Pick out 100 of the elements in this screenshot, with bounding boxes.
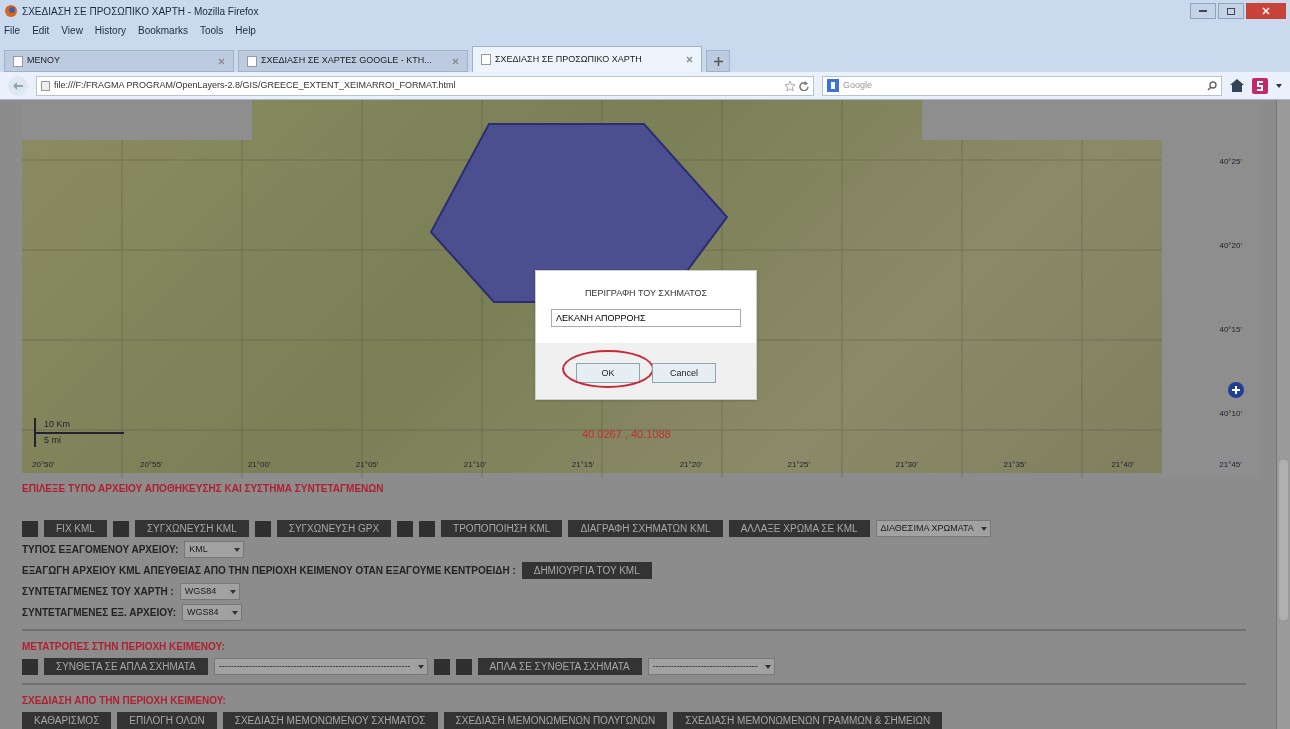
dropdown-caret-icon[interactable] xyxy=(1276,83,1282,88)
browser-tab[interactable]: MENOY xyxy=(4,50,234,72)
action-button[interactable]: ΤΡΟΠΟΠΟΙΗΣΗ KML xyxy=(441,520,563,537)
field-label: ΤΥΠΟΣ ΕΞΑΓΟΜΕΝΟΥ ΑΡΧΕΙΟΥ: xyxy=(22,543,179,557)
longitude-label: 21°15' xyxy=(571,459,595,471)
dropdown-value: ΔΙΑΘΕΣΙΜΑ ΧΡΩΜΑΤΑ xyxy=(880,521,974,535)
action-button[interactable]: ΣΧΕΔΙΑΣΗ ΜΕΜΟΝΩΜΕΝΩΝ ΠΟΛΥΓΩΝΩΝ xyxy=(443,712,668,729)
action-button[interactable]: ΣΧΕΔΙΑΣΗ ΜΕΜΟΝΩΜΕΝΩΝ ΓΡΑΜΜΩΝ & ΣΗΜΕΙΩΝ xyxy=(673,712,943,729)
plus-icon xyxy=(713,56,723,66)
dropdown[interactable]: KML xyxy=(184,541,245,558)
longitude-label: 20°55' xyxy=(139,459,163,471)
star-icon[interactable] xyxy=(785,80,795,91)
close-icon xyxy=(1262,7,1270,15)
longitude-label: 21°05' xyxy=(355,459,379,471)
menu-item[interactable]: File xyxy=(4,22,21,38)
minimize-button[interactable] xyxy=(1190,3,1216,19)
section-heading: ΕΠΙΛΕΞΕ ΤΥΠΟ ΑΡΧΕΙΟΥ ΑΠΟΘΗΚΕΥΣΗΣ ΚΑΙ ΣΥΣΤΗΜΑ ΣΥΝΤΕΤΑΓΜΕΝΩΝ xyxy=(22,482,385,496)
tab-close-icon[interactable] xyxy=(452,57,459,65)
firefox-logo-icon xyxy=(4,4,18,18)
search-icon[interactable] xyxy=(1207,80,1217,91)
dropdown-caret-icon xyxy=(764,664,771,669)
action-button[interactable]: FIX KML xyxy=(44,520,107,537)
minimize-icon xyxy=(1199,10,1207,12)
new-tab-button[interactable] xyxy=(706,50,730,72)
zoom-in-icon[interactable] xyxy=(1228,382,1244,398)
ok-button[interactable]: OK xyxy=(576,363,640,384)
dropdown-value: WGS84 xyxy=(184,584,218,598)
latitude-label: 40°10' xyxy=(1219,408,1242,420)
longitude-label: 21°35' xyxy=(1003,459,1026,471)
latitude-label: 40°15' xyxy=(1219,324,1242,336)
field-label: ΣΥΝΤΕΤΑΓΜΕΝΕΣ ΕΞ. ΑΡΧΕΙΟΥ: xyxy=(22,606,176,620)
section-heading: ΣΧΕΔΙΑΣΗ ΑΠΟ ΤΗΝ ΠΕΡΙΟΧΗ ΚΕΙΜΕΝΟΥ: xyxy=(22,694,227,708)
address-bar[interactable]: file:///F:/FRAGMA PROGRAM/OpenLayers-2.8/GIS/GREECE_EXTENT_XEIMARROI_FORMAT.html xyxy=(36,75,814,96)
page-icon xyxy=(13,55,23,67)
action-button[interactable]: ΣΥΓΧΩΝΕΥΣΗ GPX xyxy=(276,520,392,537)
addon-icon[interactable] xyxy=(1252,77,1268,94)
back-arrow-icon xyxy=(13,81,23,90)
dropdown[interactable]: WGS84 xyxy=(179,583,240,600)
dark-square-button[interactable] xyxy=(254,520,271,537)
dark-square-button[interactable] xyxy=(433,658,450,675)
action-button[interactable]: ΣΧΕΔΙΑΣΗ ΜΕΜΟΝΩΜΕΝΟΥ ΣΧΗΜΑΤΟΣ xyxy=(222,712,438,729)
menu-item[interactable]: Bookmarks xyxy=(138,22,188,38)
action-button[interactable]: ΚΑΘΑΡΙΣΜΟΣ xyxy=(22,712,112,729)
dark-square-button[interactable] xyxy=(22,520,38,537)
reload-icon[interactable] xyxy=(799,80,809,91)
menu-item[interactable]: View xyxy=(61,22,83,38)
description-input[interactable]: ΛΕΚΑΝΗ ΑΠΟΡΡΟΗΣ xyxy=(551,308,741,327)
action-button[interactable]: ΑΛΛΑΞΕ ΧΡΩΜΑ ΣΕ KML xyxy=(728,520,870,537)
action-button[interactable]: ΕΠΙΛΟΓΗ ΟΛΩΝ xyxy=(117,712,217,729)
maximize-button[interactable] xyxy=(1218,3,1244,19)
maximize-icon xyxy=(1227,7,1235,15)
dropdown-caret-icon xyxy=(232,610,238,615)
dark-square-button[interactable] xyxy=(397,520,414,537)
menu-item[interactable]: History xyxy=(94,22,126,38)
menu-item[interactable]: Help xyxy=(235,22,256,38)
url-text: file:///F:/FRAGMA PROGRAM/OpenLayers-2.8/GIS/GREECE_EXTENT_XEIMARROI_FORMAT.html xyxy=(54,78,456,92)
longitude-label: 21°45' xyxy=(1219,459,1242,471)
dropdown[interactable]: ΔΙΑΘΕΣΙΜΑ ΧΡΩΜΑΤΑ xyxy=(875,520,991,537)
scale-label: 10 Km xyxy=(34,418,124,434)
longitude-label: 21°20' xyxy=(679,459,703,471)
tab-close-icon[interactable] xyxy=(686,56,693,63)
dark-square-button[interactable] xyxy=(112,520,129,537)
dropdown[interactable]: ----------------------------------- xyxy=(647,658,775,675)
dropdown-value: KML xyxy=(189,542,209,556)
tab-label: ΣΧΕΔΙΑΣΗ ΣΕ ΠΡΟΣΩΠΙΚΟ ΧΑΡΤΗ xyxy=(495,52,643,66)
dropdown-caret-icon xyxy=(234,547,241,552)
dropdown-value: WGS84 xyxy=(187,605,220,619)
dropdown-caret-icon xyxy=(980,526,987,531)
browser-tab[interactable]: ΣΧΕΔΙΑΣΗ ΣΕ ΠΡΟΣΩΠΙΚΟ ΧΑΡΤΗ xyxy=(472,46,702,72)
window-title: ΣΧΕΔΙΑΣΗ ΣΕ ΠΡΟΣΩΠΙΚΟ ΧΑΡΤΗ - Mozilla Firefox xyxy=(22,4,259,19)
scrollbar[interactable] xyxy=(1276,100,1290,729)
search-field[interactable]: Google xyxy=(843,78,1203,93)
dropdown-caret-icon xyxy=(417,664,424,669)
action-button[interactable]: ΑΠΛΑ ΣΕ ΣΥΝΘΕΤΑ ΣΧΗΜΑΤΑ xyxy=(477,658,642,675)
tab-close-icon[interactable] xyxy=(218,57,225,65)
page-icon xyxy=(41,80,50,91)
menu-item[interactable]: Edit xyxy=(32,22,50,38)
longitude-label: 21°40' xyxy=(1111,459,1134,471)
latitude-label: 40°25' xyxy=(1219,156,1242,168)
action-button[interactable]: ΔΙΑΓΡΑΦΗ ΣΧΗΜΑΤΩΝ KML xyxy=(568,520,723,537)
menu-item[interactable]: Tools xyxy=(200,22,224,38)
back-button[interactable] xyxy=(8,75,28,96)
action-button[interactable]: ΔΗΜΙΟΥΡΓΙΑ ΤΟΥ KML xyxy=(521,562,652,579)
page-icon xyxy=(247,55,257,67)
search-box[interactable]: Google xyxy=(822,75,1222,96)
dark-square-button[interactable] xyxy=(22,658,38,675)
dropdown-value: ---------------------------------------------------------------- xyxy=(218,659,411,673)
action-button[interactable]: ΣΥΓΧΩΝΕΥΣΗ KML xyxy=(134,520,249,537)
action-button[interactable]: ΣΥΝΘΕΤΑ ΣΕ ΑΠΛΑ ΣΧΗΜΑΤΑ xyxy=(44,658,208,675)
dark-square-button[interactable] xyxy=(455,658,472,675)
dark-square-button[interactable] xyxy=(419,520,436,537)
scale-label: 5 mi xyxy=(34,433,104,447)
dropdown[interactable]: ---------------------------------------------------------------- xyxy=(213,658,428,675)
cancel-button[interactable]: Cancel xyxy=(652,363,716,384)
dialog-prompt: ΠΕΡΙΓΡΑΦΗ ΤΟΥ ΣΧΗΜΑΤΟΣ xyxy=(584,287,708,300)
browser-tab[interactable]: ΣΧΕΔΙΑΣΗ ΣΕ ΧΑΡΤΕΣ GOOGLE - ΚΤΗ... xyxy=(238,50,468,72)
dropdown[interactable]: WGS84 xyxy=(182,604,242,621)
home-icon[interactable] xyxy=(1230,79,1244,92)
latitude-label: 40°20' xyxy=(1219,240,1242,252)
google-logo-icon xyxy=(827,79,839,92)
